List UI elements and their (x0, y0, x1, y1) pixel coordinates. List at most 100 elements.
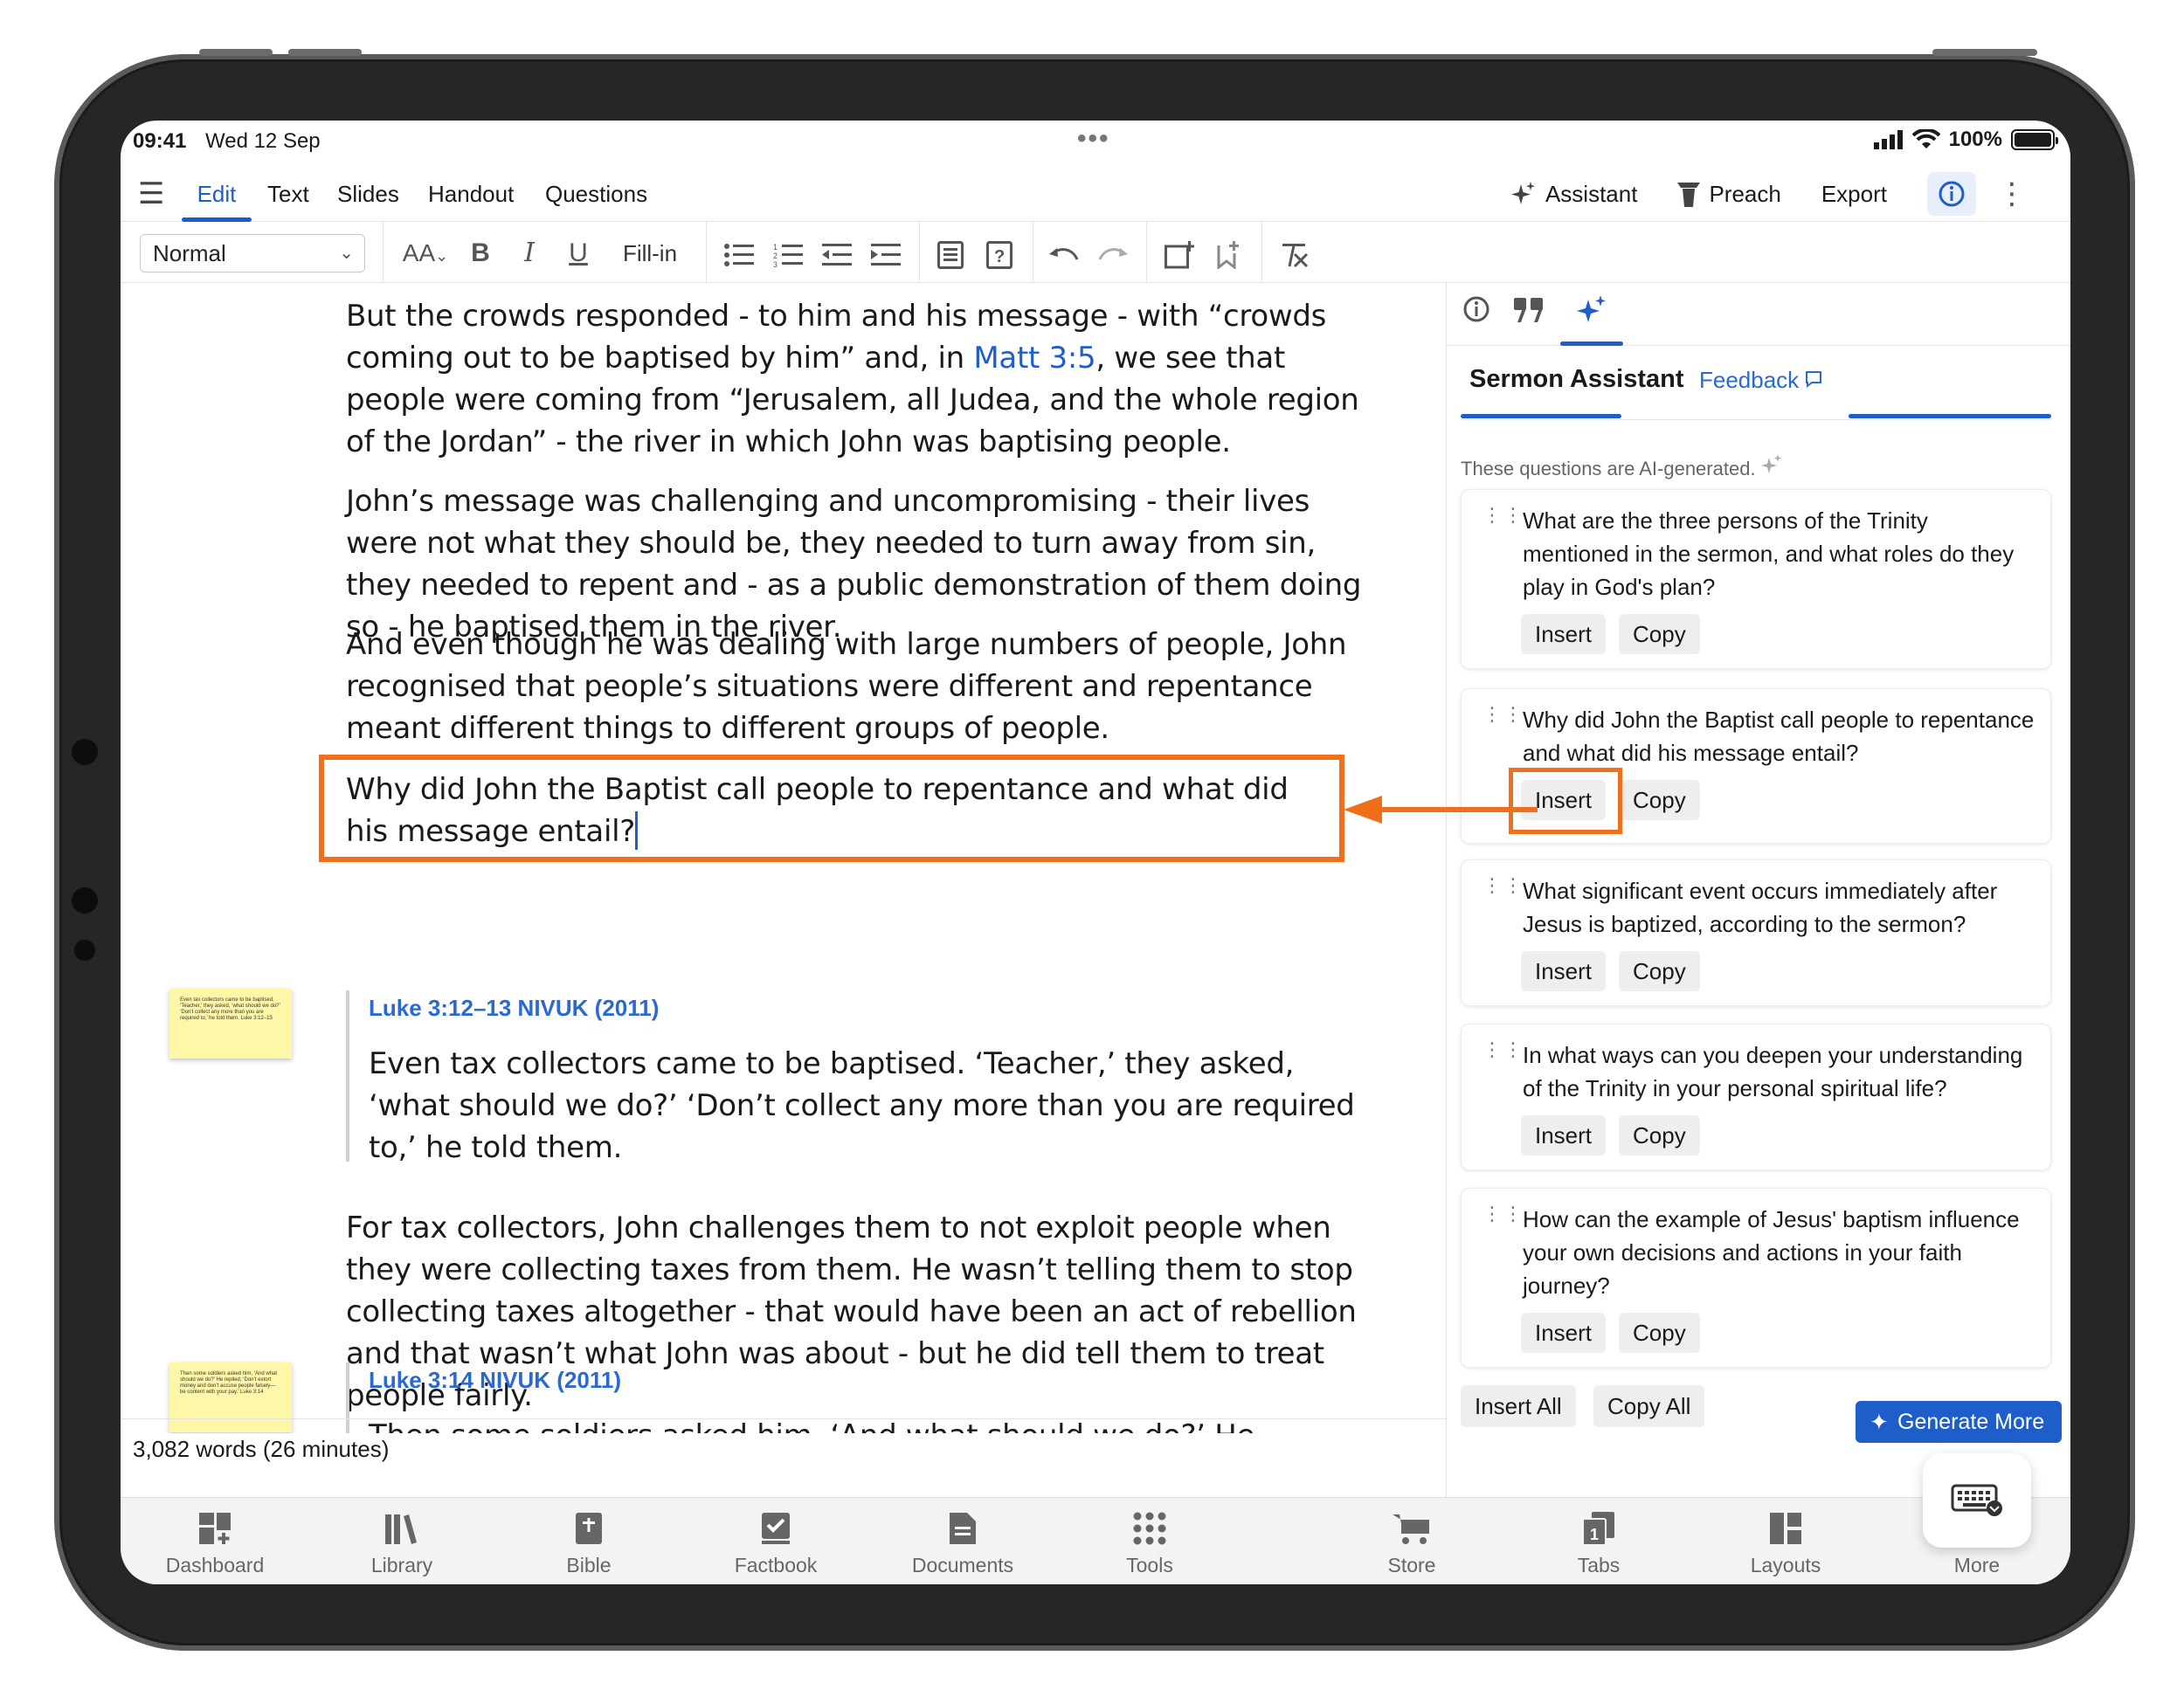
panel-tab-info[interactable] (1450, 295, 1503, 334)
menu-questions[interactable]: Questions (545, 166, 647, 222)
format-toolbar: Normal ⌄ AA⌄ B I U Fill-in 123 ? (121, 222, 2070, 283)
tab-store[interactable]: Store (1351, 1507, 1473, 1577)
drag-handle-icon[interactable]: ⋮⋮ (1482, 506, 1524, 525)
scripture-quote[interactable]: Luke 3:14 NIVUK (2011) Then some soldier… (346, 1362, 1368, 1433)
indent-icon[interactable] (867, 234, 905, 272)
scripture-link[interactable]: Matt 3:5 (973, 341, 1095, 376)
sparkle-icon (1760, 454, 1782, 473)
copy-button[interactable]: Copy (1619, 1115, 1700, 1155)
cellular-icon (1873, 130, 1903, 149)
question-text: What are the three persons of the Trinit… (1523, 507, 2015, 600)
question-card[interactable]: ⋮⋮ In what ways can you deepen your unde… (1461, 1024, 2051, 1170)
toolbar-divider (1261, 222, 1262, 283)
paragraph-style-select[interactable]: Normal ⌄ (140, 234, 365, 272)
insert-all-button[interactable]: Insert All (1461, 1385, 1576, 1427)
numbered-list-icon[interactable]: 123 (769, 234, 807, 272)
sticky-note[interactable]: Even tax collectors came to be baptised.… (169, 989, 292, 1059)
more-options-icon[interactable]: ⋮ (1997, 176, 2027, 211)
tab-tabs[interactable]: 1 Tabs (1538, 1507, 1660, 1577)
tab-documents[interactable]: Documents (902, 1507, 1024, 1577)
camera-dot (72, 887, 98, 914)
tab-tools[interactable]: Tools (1089, 1507, 1211, 1577)
tab-factbook[interactable]: Factbook (715, 1507, 837, 1577)
add-slide-icon[interactable] (1160, 234, 1199, 272)
bookmark-add-icon[interactable] (1209, 234, 1248, 272)
clear-format-icon[interactable] (1275, 234, 1314, 272)
status-time: 09:41 (133, 129, 187, 153)
question-card[interactable]: ⋮⋮ What significant event occurs immedia… (1461, 859, 2051, 1006)
bold-icon[interactable]: B (461, 234, 500, 272)
generate-more-button[interactable]: ✦ Generate More (1856, 1401, 2062, 1443)
hamburger-menu-icon[interactable]: ☰ (138, 166, 164, 222)
svg-text:?: ? (994, 247, 1005, 266)
menu-text[interactable]: Text (267, 166, 309, 222)
keyboard-icon (1951, 1484, 2002, 1516)
library-icon (385, 1514, 417, 1544)
toolbar-divider (706, 222, 707, 283)
insert-button[interactable]: Insert (1521, 951, 1607, 991)
question-card[interactable]: ⋮⋮ How can the example of Jesus' baptism… (1461, 1188, 2051, 1368)
drag-handle-icon[interactable]: ⋮⋮ (1482, 705, 1524, 724)
question-block-icon[interactable]: ? (980, 234, 1019, 272)
document-paragraph[interactable]: But the crowds responded - to him and hi… (346, 295, 1368, 463)
copy-button[interactable]: Copy (1619, 614, 1700, 654)
info-button[interactable] (1927, 172, 1976, 216)
power-button (1932, 49, 2037, 56)
text-block-icon[interactable] (931, 234, 970, 272)
insert-button[interactable]: Insert (1521, 614, 1607, 654)
question-text: In what ways can you deepen your underst… (1523, 1042, 2023, 1101)
preach-button[interactable]: Preach (1677, 181, 1781, 208)
tab-bible[interactable]: Bible (528, 1507, 650, 1577)
sticky-note[interactable]: Then some soldiers asked him, ‘And what … (169, 1362, 292, 1432)
font-size-button[interactable]: AA⌄ (397, 234, 454, 272)
question-card[interactable]: ⋮⋮ What are the three persons of the Tri… (1461, 489, 2051, 669)
panel-title: Sermon Assistant (1469, 365, 1684, 393)
redo-icon[interactable] (1094, 234, 1132, 272)
tab-dashboard[interactable]: Dashboard (154, 1507, 276, 1577)
copy-button[interactable]: Copy (1619, 951, 1700, 991)
tab-layouts[interactable]: Layouts (1724, 1507, 1847, 1577)
document-paragraph[interactable]: And even though he was dealing with larg… (346, 624, 1368, 749)
panel-tab-assistant[interactable] (1565, 295, 1618, 334)
bullet-list-icon[interactable] (720, 234, 758, 272)
menu-slides[interactable]: Slides (337, 166, 399, 222)
undo-icon[interactable] (1045, 234, 1083, 272)
menu-edit[interactable]: Edit (182, 166, 252, 222)
copy-button[interactable]: Copy (1619, 1313, 1700, 1353)
info-icon (1463, 296, 1489, 322)
assistant-label: Assistant (1545, 180, 1638, 207)
drag-handle-icon[interactable]: ⋮⋮ (1482, 876, 1524, 895)
status-bar: 09:41 Wed 12 Sep ••• 100% (121, 121, 2070, 166)
assistant-button[interactable]: Assistant (1510, 180, 1638, 208)
underline-icon[interactable]: U (559, 234, 598, 272)
drag-handle-icon[interactable]: ⋮⋮ (1482, 1204, 1524, 1224)
quote-icon (1514, 298, 1543, 322)
insert-button[interactable]: Insert (1521, 1313, 1607, 1353)
menu-handout[interactable]: Handout (428, 166, 514, 222)
outdent-icon[interactable] (818, 234, 856, 272)
fill-in-button[interactable]: Fill-in (608, 234, 692, 272)
keyboard-toggle-button[interactable] (1923, 1453, 2031, 1548)
insert-button[interactable]: Insert (1521, 1115, 1607, 1155)
copy-all-button[interactable]: Copy All (1593, 1385, 1705, 1427)
scripture-quote[interactable]: Luke 3:12–13 NIVUK (2011) Even tax colle… (346, 990, 1368, 1165)
word-count: 3,082 words (26 minutes) (133, 1436, 390, 1462)
feedback-link[interactable]: Feedback (1699, 367, 1822, 394)
toolbar-divider (1146, 222, 1147, 283)
drag-handle-icon[interactable]: ⋮⋮ (1482, 1040, 1524, 1059)
font-size-icon: AA (402, 239, 436, 266)
tab-library[interactable]: Library (341, 1507, 463, 1577)
sparkle-icon (1510, 182, 1535, 204)
volume-button (199, 49, 273, 56)
scripture-reference[interactable]: Luke 3:14 NIVUK (2011) (369, 1362, 1368, 1397)
documents-icon (950, 1513, 976, 1544)
export-button[interactable]: Export (1821, 181, 1887, 208)
question-card[interactable]: ⋮⋮ Why did John the Baptist call people … (1461, 688, 2051, 844)
scripture-reference[interactable]: Luke 3:12–13 NIVUK (2011) (369, 990, 1368, 1025)
export-label: Export (1821, 180, 1887, 207)
panel-tab-quotes[interactable] (1503, 295, 1555, 334)
multitask-dots-icon[interactable]: ••• (1077, 124, 1110, 154)
active-tab-indicator (1560, 341, 1623, 346)
italic-icon[interactable]: I (510, 234, 549, 272)
copy-button[interactable]: Copy (1619, 780, 1700, 820)
